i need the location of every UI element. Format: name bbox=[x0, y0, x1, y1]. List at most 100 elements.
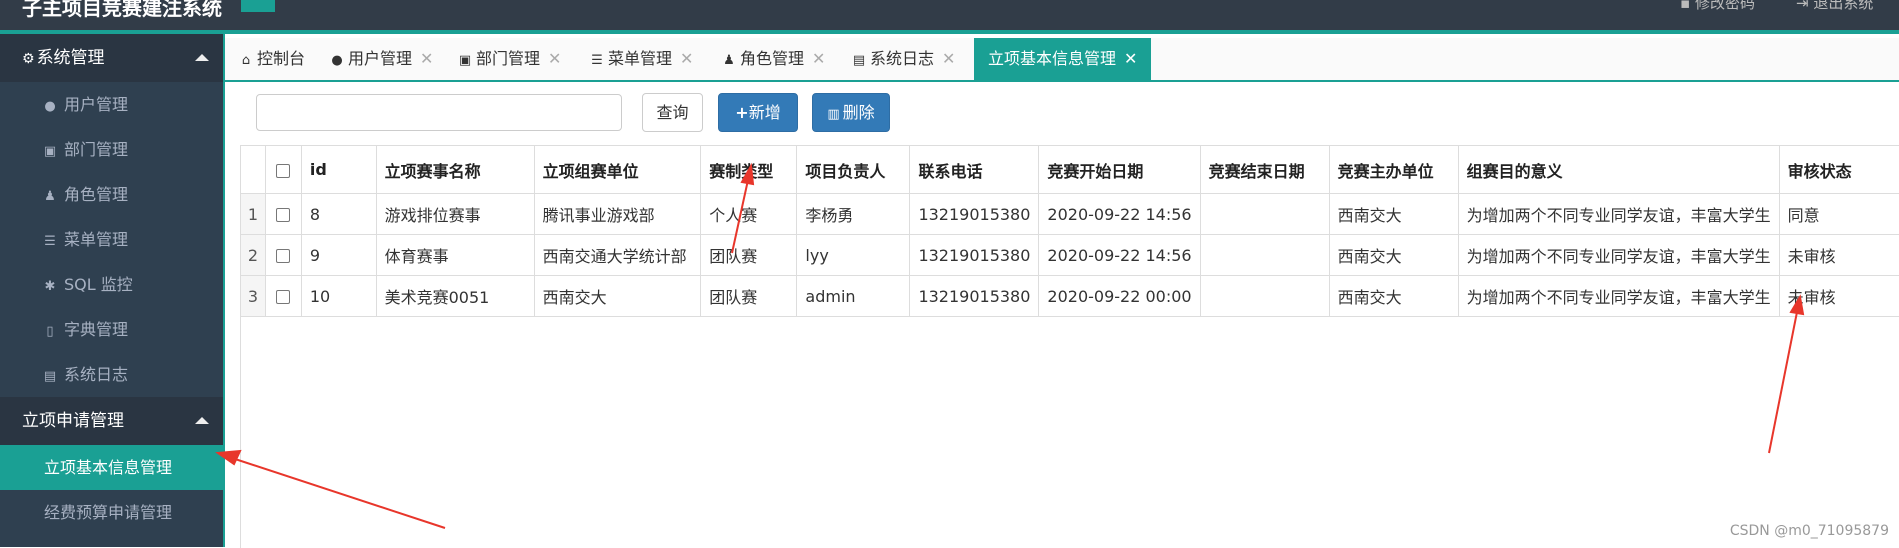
watermark: CSDN @m0_71095879 bbox=[1729, 523, 1889, 539]
search-input[interactable] bbox=[256, 94, 622, 131]
select-all-checkbox[interactable] bbox=[265, 146, 302, 194]
tab-dashboard[interactable]: ⌂ 控制台 bbox=[239, 38, 305, 80]
column-header[interactable]: 立项赛事名称 bbox=[376, 146, 535, 194]
column-header[interactable]: 立项组赛单位 bbox=[534, 146, 702, 194]
row-checkbox[interactable] bbox=[265, 234, 302, 276]
sidebar-group-project-application[interactable]: 立项申请管理 bbox=[0, 397, 223, 445]
sidebar-item-budget-application[interactable]: 经费预算申请管理 bbox=[0, 490, 223, 535]
column-header[interactable]: 竞赛主办单位 bbox=[1329, 146, 1459, 194]
column-header[interactable]: 赛制类型 bbox=[700, 146, 798, 194]
menu-list-icon: ☰ bbox=[591, 53, 603, 68]
gear-icon: ⚙ bbox=[22, 51, 35, 67]
close-icon[interactable]: ✕ bbox=[548, 38, 561, 80]
table-cell: 西南交大 bbox=[1329, 234, 1459, 276]
row-checkbox[interactable] bbox=[265, 193, 302, 235]
data-table-wrapper: id 立项赛事名称 立项组赛单位 赛制类型 项目负责人 联系电话 竞赛开始日期 … bbox=[240, 145, 1899, 548]
table-cell bbox=[1200, 275, 1330, 317]
table-cell: 9 bbox=[301, 234, 377, 276]
table-cell: 2020-09-22 14:56 bbox=[1038, 193, 1201, 235]
sidebar: ⚙ 系统管理 ● 用户管理 ▣ 部门管理 ♟ 角色管理 ☰ 菜单管理 ✱ SQL 监控 ▯ 字… bbox=[0, 34, 225, 547]
user-icon: ● bbox=[331, 53, 343, 68]
table-cell: 西南交通大学统计部 bbox=[534, 234, 702, 276]
row-number: 2 bbox=[241, 234, 267, 276]
close-icon[interactable]: ✕ bbox=[420, 38, 433, 80]
table-cell: 团队赛 bbox=[700, 275, 798, 317]
status-cell: 未审核 bbox=[1779, 275, 1899, 317]
table-cell bbox=[1200, 193, 1330, 235]
bookmark-icon: ▯ bbox=[46, 324, 54, 339]
tab-system-log[interactable]: ▤ 系统日志 ✕ bbox=[852, 38, 956, 80]
table-cell: 西南交大 bbox=[1329, 193, 1459, 235]
log-file-icon: ▤ bbox=[43, 369, 57, 384]
bug-icon: ✱ bbox=[44, 279, 56, 294]
top-header: 子主项目竞赛建注系统 ▪ 修改密码 ⇥ 退出系统 bbox=[0, 0, 1899, 34]
tab-project-basic-info[interactable]: 立项基本信息管理 ✕ bbox=[974, 38, 1152, 80]
row-checkbox[interactable] bbox=[265, 275, 302, 317]
tab-users[interactable]: ● 用户管理 ✕ bbox=[330, 38, 433, 80]
system-title: 子主项目竞赛建注系统 bbox=[22, 0, 222, 20]
table-cell: 8 bbox=[301, 193, 377, 235]
role-icon: ♟ bbox=[723, 53, 735, 68]
table-cell: 西南交大 bbox=[1329, 275, 1459, 317]
sidebar-item-departments[interactable]: ▣ 部门管理 bbox=[0, 127, 223, 172]
table-cell bbox=[1200, 234, 1330, 276]
tab-roles[interactable]: ♟ 角色管理 ✕ bbox=[722, 38, 825, 80]
home-icon: ⌂ bbox=[241, 53, 251, 68]
row-number-header bbox=[241, 146, 267, 194]
column-header[interactable]: 联系电话 bbox=[909, 146, 1040, 194]
plus-icon: + bbox=[735, 103, 749, 122]
query-button[interactable]: 查询 bbox=[642, 93, 703, 132]
table-cell: 2020-09-22 00:00 bbox=[1038, 275, 1201, 317]
sidebar-item-project-basic-info[interactable]: 立项基本信息管理 bbox=[0, 445, 223, 490]
column-header[interactable]: 审核状态 bbox=[1779, 146, 1899, 194]
close-icon[interactable]: ✕ bbox=[812, 38, 825, 80]
logout-link[interactable]: ⇥ 退出系统 bbox=[1796, 0, 1873, 13]
delete-button[interactable]: ▥ 删除 bbox=[812, 93, 890, 132]
table-cell: admin bbox=[796, 275, 911, 317]
table-cell: 团队赛 bbox=[700, 234, 798, 276]
sidebar-item-system-log[interactable]: ▤ 系统日志 bbox=[0, 352, 223, 397]
tab-menus[interactable]: ☰ 菜单管理 ✕ bbox=[590, 38, 693, 80]
menu-list-icon: ☰ bbox=[44, 234, 56, 249]
user-icon: ● bbox=[44, 99, 56, 114]
change-password-link[interactable]: ▪ 修改密码 bbox=[1680, 0, 1755, 13]
table-cell: lyy bbox=[796, 234, 911, 276]
checkbox-icon bbox=[276, 290, 291, 304]
table-row[interactable]: 1 8 游戏排位赛事 腾讯事业游戏部 个人赛 李杨勇 13219015380 2… bbox=[241, 193, 1899, 235]
table-cell: 13219015380 bbox=[909, 234, 1040, 276]
column-header[interactable]: 竞赛结束日期 bbox=[1200, 146, 1330, 194]
chevron-up-icon bbox=[195, 417, 209, 424]
role-icon: ♟ bbox=[44, 189, 56, 204]
column-header[interactable]: 组赛目的意义 bbox=[1458, 146, 1780, 194]
sidebar-item-menus[interactable]: ☰ 菜单管理 bbox=[0, 217, 223, 262]
header-tab-marker bbox=[241, 0, 275, 12]
table-cell: 腾讯事业游戏部 bbox=[534, 193, 702, 235]
status-cell: 未审核 bbox=[1779, 234, 1899, 276]
table-row[interactable]: 2 9 体育赛事 西南交通大学统计部 团队赛 lyy 13219015380 2… bbox=[241, 234, 1899, 276]
add-button[interactable]: +新增 bbox=[718, 93, 798, 132]
table-cell: 为增加两个不同专业同学友谊，丰富大学生 bbox=[1458, 275, 1780, 317]
checkbox-icon bbox=[276, 208, 291, 222]
column-header[interactable]: 项目负责人 bbox=[796, 146, 911, 194]
sidebar-item-dictionary[interactable]: ▯ 字典管理 bbox=[0, 307, 223, 352]
close-icon[interactable]: ✕ bbox=[942, 38, 955, 80]
tab-departments[interactable]: ▣ 部门管理 ✕ bbox=[458, 38, 562, 80]
department-icon: ▣ bbox=[458, 53, 472, 68]
table-cell: 西南交大 bbox=[534, 275, 702, 317]
close-icon[interactable]: ✕ bbox=[680, 38, 693, 80]
table-cell: 个人赛 bbox=[700, 193, 798, 235]
column-header[interactable]: 竞赛开始日期 bbox=[1038, 146, 1201, 194]
sidebar-item-users[interactable]: ● 用户管理 bbox=[0, 82, 223, 127]
close-icon[interactable]: ✕ bbox=[1124, 38, 1137, 80]
row-number: 3 bbox=[241, 275, 267, 317]
table-cell: 10 bbox=[301, 275, 377, 317]
table-cell: 游戏排位赛事 bbox=[376, 193, 535, 235]
sidebar-group-system[interactable]: ⚙ 系统管理 bbox=[0, 34, 223, 82]
sidebar-item-sql-monitor[interactable]: ✱ SQL 监控 bbox=[0, 262, 223, 307]
sidebar-item-roles[interactable]: ♟ 角色管理 bbox=[0, 172, 223, 217]
data-table: id 立项赛事名称 立项组赛单位 赛制类型 项目负责人 联系电话 竞赛开始日期 … bbox=[241, 146, 1899, 317]
department-icon: ▣ bbox=[43, 144, 57, 159]
log-file-icon: ▤ bbox=[852, 53, 866, 68]
table-row[interactable]: 3 10 美术竞赛0051 西南交大 团队赛 admin 13219015380… bbox=[241, 275, 1899, 317]
column-header[interactable]: id bbox=[301, 146, 377, 194]
